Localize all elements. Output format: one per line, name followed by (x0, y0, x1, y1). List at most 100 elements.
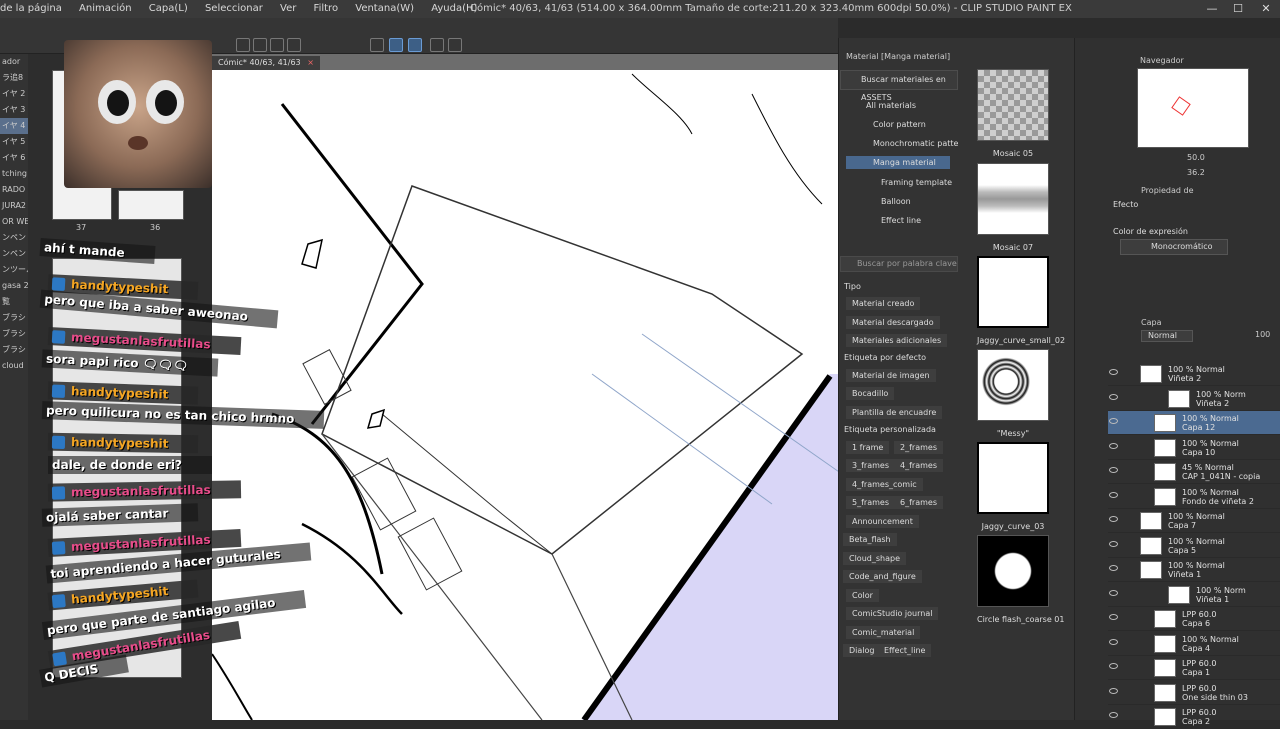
snap-grid-icon[interactable] (408, 38, 422, 52)
tool-item[interactable]: OR WE (0, 214, 28, 230)
menu-layer[interactable]: Capa(L) (149, 3, 188, 14)
help-icon[interactable] (448, 38, 462, 52)
menu-filter[interactable]: Filtro (314, 3, 339, 14)
visibility-eye-icon[interactable] (1109, 687, 1118, 694)
tag-button[interactable]: Comic_material (846, 626, 921, 639)
tool-item[interactable]: 覧 (0, 294, 28, 310)
tag-button[interactable]: Beta_flash (843, 533, 897, 546)
tool-item[interactable]: cloud (0, 358, 28, 374)
tree-item-color-pattern[interactable]: Color pattern (873, 120, 926, 129)
tree-item-all-materials[interactable]: All materials (866, 101, 916, 110)
tool-item[interactable]: イヤ 2 (0, 86, 28, 102)
menu-animation[interactable]: Animación (79, 3, 132, 14)
tool-item[interactable]: ブラシ (0, 326, 28, 342)
fill-icon[interactable] (270, 38, 284, 52)
layer-row[interactable]: LPP 60.0 One side thin 03 (1108, 681, 1280, 705)
zoom-value[interactable]: 50.0 (1187, 153, 1205, 162)
tool-item[interactable]: gasa 2 (0, 278, 28, 294)
menu-page[interactable]: de la página (0, 3, 62, 14)
visibility-eye-icon[interactable] (1109, 442, 1118, 449)
material-item[interactable]: Jaggy_curve_03 (977, 442, 1049, 531)
tag-button[interactable]: 1 frame (846, 441, 890, 454)
tool-item[interactable]: ンペン (0, 230, 28, 246)
tag-button[interactable]: Code_and_figure (843, 570, 922, 583)
visibility-eye-icon[interactable] (1109, 565, 1118, 571)
visibility-eye-icon[interactable] (1109, 467, 1118, 473)
navigator-preview[interactable] (1137, 68, 1249, 148)
layer-row[interactable]: 100 % Norm Viñeta 2 (1108, 387, 1280, 411)
document-tab[interactable]: Cómic* 40/63, 41/63 × (212, 56, 320, 70)
layer-row[interactable]: 45 % Normal CAP 1_041N - copia (1108, 460, 1280, 484)
close-window-button[interactable]: ✕ (1254, 0, 1278, 18)
visibility-eye-icon[interactable] (1109, 614, 1118, 620)
visibility-eye-icon[interactable] (1109, 712, 1118, 718)
layer-row[interactable]: LPP 60.0 Capa 6 (1108, 607, 1280, 631)
visibility-eye-icon[interactable] (1109, 491, 1118, 498)
tag-button[interactable]: Materiales adicionales (846, 334, 948, 347)
tool-item[interactable]: JURA2 (0, 198, 28, 214)
layer-row[interactable]: 100 % Normal Capa 7 (1108, 509, 1280, 533)
menu-window[interactable]: Ventana(W) (355, 3, 414, 14)
layer-row[interactable]: 100 % Normal Viñeta 2 (1108, 362, 1280, 386)
layer-row[interactable]: 100 % Normal Capa 4 (1108, 632, 1280, 656)
tool-item[interactable]: ブラシ (0, 310, 28, 326)
ruler-snap-icon[interactable] (370, 38, 384, 52)
tag-button[interactable]: 2_frames (894, 441, 943, 454)
tag-button[interactable]: Bocadillo (846, 387, 895, 400)
material-item[interactable]: Jaggy_curve_small_02 (977, 256, 1065, 345)
visibility-eye-icon[interactable] (1109, 418, 1118, 424)
opacity-value[interactable]: 100 (1255, 330, 1270, 339)
snap-special-ruler-icon[interactable] (389, 38, 403, 52)
tag-button[interactable]: Announcement (846, 515, 919, 528)
canvas-area[interactable] (212, 54, 838, 720)
layer-row[interactable]: LPP 60.0 Capa 2 (1108, 705, 1280, 729)
tool-item[interactable]: RADO (0, 182, 28, 198)
manga-canvas[interactable] (212, 54, 838, 720)
layer-row[interactable]: 100 % Normal Capa 5 (1108, 534, 1280, 558)
material-item[interactable]: Circle flash_coarse 01 (977, 535, 1064, 624)
visibility-eye-icon[interactable] (1109, 663, 1118, 669)
crop-icon[interactable] (253, 38, 267, 52)
tree-item-balloon[interactable]: Balloon (881, 197, 911, 206)
tag-button[interactable]: Material descargado (846, 316, 940, 329)
material-item[interactable]: Mosaic 07 (977, 163, 1049, 252)
tool-item[interactable]: イヤ 6 (0, 150, 28, 166)
view-frame[interactable] (1171, 96, 1191, 116)
layer-row[interactable]: 100 % Normal Fondo de viñeta 2 (1108, 485, 1280, 509)
tag-button[interactable]: 5_frames (846, 496, 895, 509)
visibility-eye-icon[interactable] (1109, 516, 1118, 522)
tool-item[interactable]: イヤ 3 (0, 102, 28, 118)
tool-item[interactable]: ンペン (0, 246, 28, 262)
expand-icon[interactable] (287, 38, 301, 52)
tree-item-effect-line[interactable]: Effect line (881, 216, 921, 225)
menu-select[interactable]: Seleccionar (205, 3, 263, 14)
tool-item[interactable]: ブラシ (0, 342, 28, 358)
tag-button[interactable]: 4_frames (894, 459, 943, 472)
visibility-eye-icon[interactable] (1109, 393, 1118, 400)
tool-item[interactable]: ンツール (0, 262, 28, 278)
tree-item-monochromatic[interactable]: Monochromatic patte (873, 139, 958, 148)
assets-search-button[interactable]: Buscar materiales en ASSETS (840, 70, 958, 102)
tag-button[interactable]: Cloud_shape (843, 552, 906, 565)
layer-row[interactable]: 100 % Norm Viñeta 1 (1108, 583, 1280, 607)
menu-view[interactable]: Ver (280, 3, 296, 14)
tree-item-manga-material[interactable]: Manga material (846, 156, 950, 169)
tool-item[interactable]: ラ追8 (0, 70, 28, 86)
page-thumbnail[interactable] (118, 190, 184, 220)
rotation-value[interactable]: 36.2 (1187, 168, 1205, 177)
tool-item[interactable]: ador (0, 54, 28, 70)
color-expression-select[interactable]: Monocromático (1120, 239, 1228, 255)
layer-row[interactable]: 100 % Normal Capa 10 (1108, 436, 1280, 460)
tag-button[interactable]: Material de imagen (846, 369, 936, 382)
tag-button[interactable]: 3_frames (846, 459, 895, 472)
tree-item-framing-template[interactable]: Framing template (881, 178, 952, 187)
tag-button[interactable]: Color (846, 589, 879, 602)
tag-button[interactable]: ComicStudio journal (846, 607, 939, 620)
material-item[interactable]: Mosaic 05 (977, 69, 1049, 158)
minimize-button[interactable]: — (1200, 0, 1224, 18)
visibility-eye-icon[interactable] (1109, 638, 1118, 645)
tag-button[interactable]: Plantilla de encuadre (846, 406, 943, 419)
layer-row[interactable]: 100 % Normal Capa 12 (1108, 411, 1280, 435)
tag-button[interactable]: Dialog (843, 644, 881, 657)
tag-button[interactable]: 4_frames_comic (846, 478, 923, 491)
